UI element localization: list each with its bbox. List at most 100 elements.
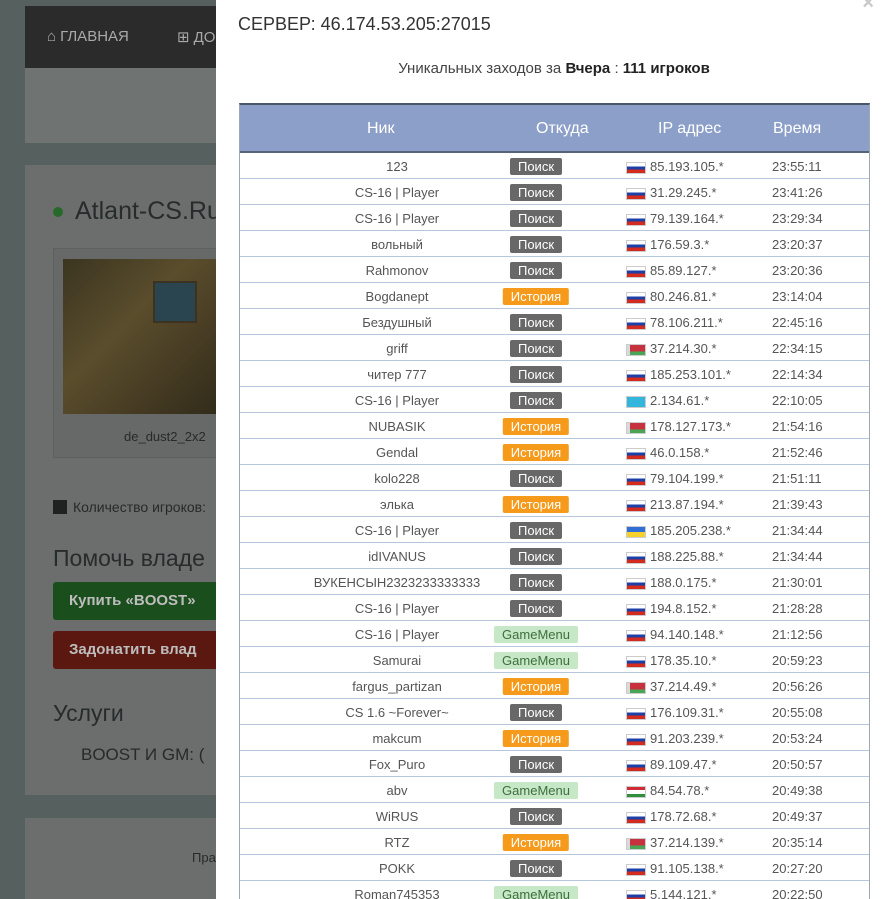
- table-row: kolo228 Поиск 79.104.199.* 21:51:11: [240, 465, 869, 491]
- country-flag-icon: [626, 708, 646, 720]
- country-flag-icon: [626, 162, 646, 174]
- map-name: de_dust2_2x2: [124, 429, 206, 444]
- source-badge: История: [502, 418, 570, 435]
- table-row: CS-16 | Player GameMenu 94.140.148.* 21:12:…: [240, 621, 869, 647]
- ip-address: 91.203.239.*: [650, 731, 724, 746]
- visit-time: 21:12:56: [772, 627, 823, 642]
- country-flag-icon: [626, 500, 646, 512]
- visit-time: 21:39:43: [772, 497, 823, 512]
- boost-gm-label: BOOST И GM: (: [81, 745, 205, 764]
- country-flag-icon: [626, 240, 646, 252]
- buy-boost-button[interactable]: Купить «BOOST»: [53, 582, 225, 620]
- ip-address: 213.87.194.*: [650, 497, 724, 512]
- country-flag-icon: [626, 214, 646, 226]
- table-row: WiRUS Поиск 178.72.68.* 20:49:37: [240, 803, 869, 829]
- visit-time: 21:30:01: [772, 575, 823, 590]
- source-badge: GameMenu: [494, 782, 578, 799]
- visit-time: 20:35:14: [772, 835, 823, 850]
- visit-time: 23:20:37: [772, 237, 823, 252]
- server-name: Atlant-CS.Ru: [75, 197, 221, 225]
- player-nick: WiRUS: [375, 809, 419, 824]
- country-flag-icon: [626, 266, 646, 278]
- map-card: de_dust2_2x2: [53, 248, 227, 458]
- visit-time: 20:50:57: [772, 757, 823, 772]
- table-row: NUBASIK История 178.127.173.* 21:54:16: [240, 413, 869, 439]
- country-flag-icon: [626, 682, 646, 694]
- table-row: Rahmonov Поиск 85.89.127.* 23:20:36: [240, 257, 869, 283]
- table-row: читер 777 Поиск 185.253.101.* 22:14:34: [240, 361, 869, 387]
- ip-address: 185.253.101.*: [650, 367, 731, 382]
- ip-address: 31.29.245.*: [650, 185, 717, 200]
- ip-address: 91.105.138.*: [650, 861, 724, 876]
- table-row: CS-16 | Player Поиск 194.8.152.* 21:28:28: [240, 595, 869, 621]
- source-badge: История: [502, 288, 570, 305]
- table-row: вольный Поиск 176.59.3.* 23:20:37: [240, 231, 869, 257]
- source-badge: Поиск: [509, 210, 563, 227]
- source-badge: Поиск: [509, 522, 563, 539]
- source-badge: GameMenu: [494, 886, 578, 899]
- visit-time: 23:20:36: [772, 263, 823, 278]
- ip-address: 188.0.175.*: [650, 575, 717, 590]
- column-time: Время: [773, 120, 822, 137]
- table-row: ВУКЕНСЫН2323233333333 Поиск 188.0.175.* 21:…: [240, 569, 869, 595]
- source-badge: История: [502, 678, 570, 695]
- visit-time: 21:51:11: [772, 471, 822, 486]
- source-badge: Поиск: [509, 366, 563, 383]
- player-nick: вольный: [371, 237, 423, 252]
- player-nick: 123: [386, 159, 408, 174]
- table-row: fargus_partizan История 37.214.49.* 20:56:2…: [240, 673, 869, 699]
- ip-address: 185.205.238.*: [650, 523, 731, 538]
- top-navbar: ⌂ ГЛАВНАЯ ⊞ ДО: [25, 6, 225, 68]
- visit-time: 22:14:34: [772, 367, 823, 382]
- table-row: Samurai GameMenu 178.35.10.* 20:59:23: [240, 647, 869, 673]
- column-ip: IP адрес: [658, 120, 722, 137]
- visit-time: 21:54:16: [772, 419, 823, 434]
- source-badge: Поиск: [509, 470, 563, 487]
- source-badge: Поиск: [509, 756, 563, 773]
- country-flag-icon: [626, 318, 646, 330]
- column-source: Откуда: [536, 120, 589, 137]
- sub-bar: [25, 68, 225, 143]
- source-badge: Поиск: [509, 236, 563, 253]
- country-flag-icon: [626, 838, 646, 850]
- table-row: CS-16 | Player Поиск 2.134.61.* 22:10:05: [240, 387, 869, 413]
- player-nick: ВУКЕНСЫН2323233333333: [313, 575, 481, 590]
- country-flag-icon: [626, 188, 646, 200]
- visit-time: 20:27:20: [772, 861, 823, 876]
- source-badge: GameMenu: [494, 652, 578, 669]
- online-status-dot: [53, 207, 63, 217]
- nav-home-link[interactable]: ⌂ ГЛАВНАЯ: [47, 28, 129, 45]
- ip-address: 79.104.199.*: [650, 471, 724, 486]
- source-badge: Поиск: [509, 808, 563, 825]
- ip-address: 80.246.81.*: [650, 289, 717, 304]
- player-nick: kolo228: [374, 471, 420, 486]
- ip-address: 84.54.78.*: [650, 783, 710, 798]
- close-icon[interactable]: ×: [862, 0, 874, 15]
- country-flag-icon: [626, 734, 646, 746]
- table-row: Gendal История 46.0.158.* 21:52:46: [240, 439, 869, 465]
- table-row: makcum История 91.203.239.* 20:53:24: [240, 725, 869, 751]
- nav-add-link[interactable]: ⊞ ДО: [177, 28, 215, 46]
- visit-time: 23:41:26: [772, 185, 823, 200]
- visitors-table: Ник Откуда IP адрес Время 123 Поиск 85.193…: [239, 103, 870, 899]
- visit-time: 23:55:11: [772, 159, 822, 174]
- table-row: Bogdanept История 80.246.81.* 23:14:04: [240, 283, 869, 309]
- player-nick: Fox_Puro: [368, 757, 426, 772]
- visit-time: 21:28:28: [772, 601, 823, 616]
- visit-time: 20:22:50: [772, 887, 823, 899]
- country-flag-icon: [626, 474, 646, 486]
- country-flag-icon: [626, 760, 646, 772]
- ip-address: 178.72.68.*: [650, 809, 717, 824]
- ip-address: 5.144.121.*: [650, 887, 717, 899]
- visit-time: 20:55:08: [772, 705, 823, 720]
- ip-address: 194.8.152.*: [650, 601, 717, 616]
- services-heading: Услуги: [53, 700, 124, 726]
- ip-address: 37.214.139.*: [650, 835, 724, 850]
- source-badge: Поиск: [509, 340, 563, 357]
- players-count-label: Количество игроков:: [53, 499, 206, 515]
- source-badge: Поиск: [509, 314, 563, 331]
- visit-time: 21:34:44: [772, 549, 823, 564]
- visit-time: 23:14:04: [772, 289, 823, 304]
- ip-address: 2.134.61.*: [650, 393, 710, 408]
- donate-owner-button[interactable]: Задонатить влад: [53, 631, 225, 669]
